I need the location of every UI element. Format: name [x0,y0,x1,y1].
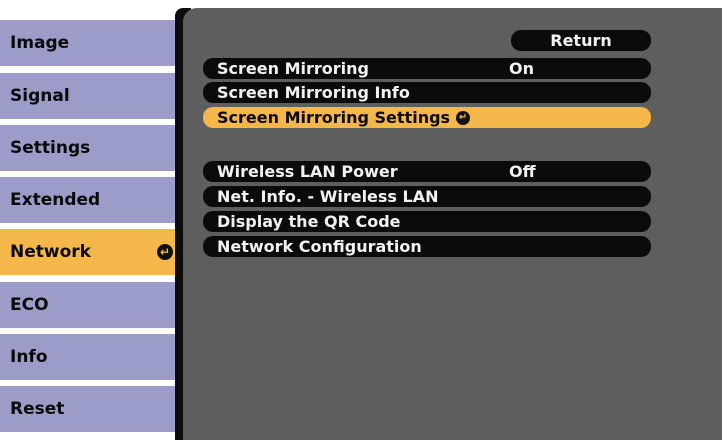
menu-item-value: Off [509,162,536,181]
enter-icon: ↵ [456,110,471,125]
tab-image[interactable]: Image [0,20,181,66]
menu-item-label: Display the QR Code [217,212,401,231]
menu-item-screen-mirroring-settings[interactable]: Screen Mirroring Settings ↵ [203,107,651,128]
menu-item-label: Screen Mirroring [217,59,369,78]
menu-item-label: Wireless LAN Power [217,162,398,181]
tab-settings[interactable]: Settings [0,125,181,171]
menu-item-wireless-lan-power[interactable]: Wireless LAN Power Off [203,161,651,182]
network-settings-panel: Return Screen Mirroring On Screen Mirror… [183,8,722,440]
menu-item-label: Net. Info. - Wireless LAN [217,187,439,206]
tab-label: Info [10,347,48,367]
menu-item-label: Network Configuration [217,237,422,256]
tab-label: Network [10,242,91,262]
menu-item-network-configuration[interactable]: Network Configuration [203,236,651,257]
menu-item-screen-mirroring-info[interactable]: Screen Mirroring Info [203,82,651,103]
tab-extended[interactable]: Extended [0,177,181,223]
menu-item-screen-mirroring[interactable]: Screen Mirroring On [203,58,651,79]
tab-eco[interactable]: ECO [0,282,181,328]
tab-label: Image [10,33,70,53]
tab-label: ECO [10,295,49,315]
menu-item-net-info-wireless-lan[interactable]: Net. Info. - Wireless LAN [203,186,651,207]
tab-label: Settings [10,138,91,158]
enter-icon: ↵ [157,244,173,260]
menu-item-label: Screen Mirroring Settings [217,108,451,127]
menu-item-value: On [509,59,534,78]
tab-info[interactable]: Info [0,334,181,380]
tab-signal[interactable]: Signal [0,73,181,119]
menu-item-display-qr-code[interactable]: Display the QR Code [203,211,651,232]
tab-label: Reset [10,399,65,419]
return-label: Return [550,31,612,50]
tab-label: Extended [10,190,101,210]
menu-item-label: Screen Mirroring Info [217,83,410,102]
projector-menu: Image Signal Settings Extended Network ↵… [0,0,722,440]
return-button[interactable]: Return [511,30,651,51]
tab-network[interactable]: Network ↵ [0,229,181,275]
tab-reset[interactable]: Reset [0,386,181,432]
tab-label: Signal [10,86,70,106]
